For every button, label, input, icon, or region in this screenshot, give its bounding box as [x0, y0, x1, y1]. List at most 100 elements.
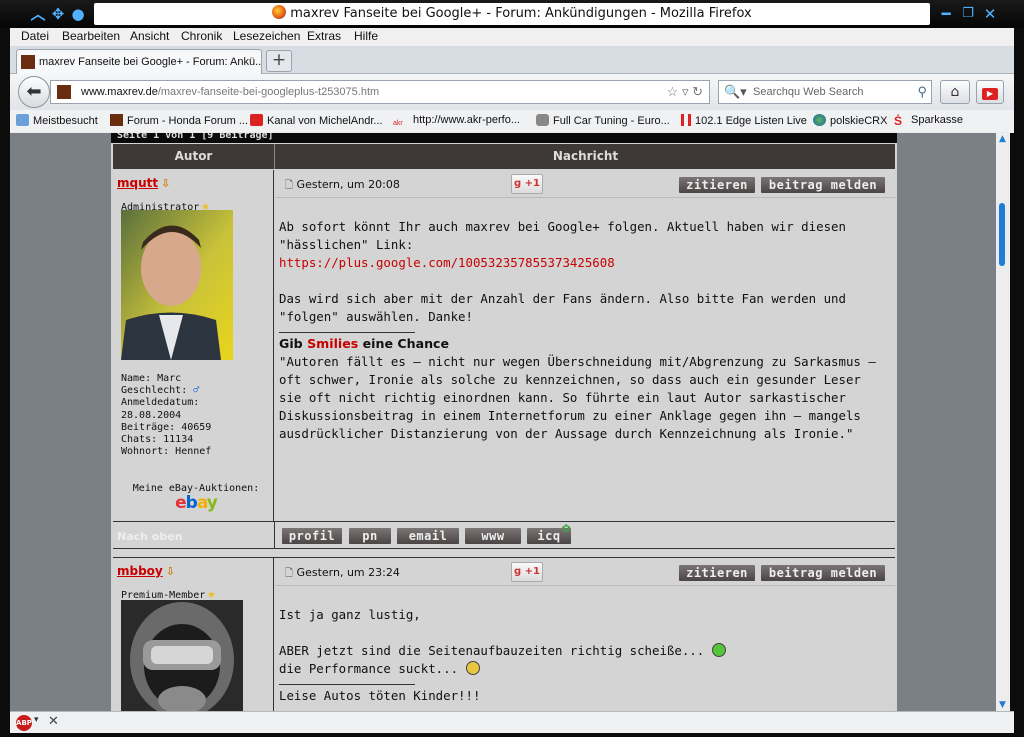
vertical-scrollbar[interactable]: ▲ ▼ [996, 133, 1010, 711]
search-bar[interactable]: 🔍▾ Searchqu Web Search ⚲ [718, 80, 932, 104]
sig-title-c: eine Chance [358, 336, 450, 351]
bookmark-star-icon[interactable]: ☆ [667, 84, 679, 99]
info-joined-label: Anmeldedatum: [121, 397, 200, 409]
honda-favicon [110, 114, 123, 126]
google-plus-link[interactable]: https://plus.google.com/1005323578553734… [279, 255, 615, 270]
home-button[interactable]: ⌂ [940, 80, 970, 104]
quote-button[interactable]: zitieren [679, 565, 755, 581]
bookmark-meistbesucht[interactable]: Meistbesucht [16, 114, 98, 127]
author-username[interactable]: mqutt ⇩ [117, 176, 170, 190]
gplus-button[interactable]: g +1 [511, 174, 543, 194]
window-pin-icon[interactable]: ● [68, 5, 88, 23]
scroll-down-icon[interactable]: ▼ [999, 700, 1006, 710]
report-button[interactable]: beitrag melden [761, 177, 885, 193]
smilies-link[interactable]: Smilies [307, 336, 358, 351]
page-info: Seite 1 von 1 [9 Beiträge] [111, 133, 897, 143]
url-icons: ☆ ▿ ↻ [667, 81, 703, 103]
site-identity-icon[interactable] [57, 85, 71, 99]
profile-button[interactable]: profil [282, 528, 342, 544]
bookmark-label: Full Car Tuning - Euro... [553, 115, 670, 127]
post-body: Ist ja ganz lustig, ABER jetzt sind die … [279, 606, 879, 705]
gplus-button[interactable]: g +1 [511, 562, 543, 582]
sparkasse-icon: Ṡ [894, 114, 903, 128]
menu-bearbeiten[interactable]: Bearbeiten [62, 29, 120, 43]
bookmark-sparkasse[interactable]: Ṡ Sparkasse [894, 114, 963, 128]
signature-text: "Autoren fällt es – nicht nur wegen Über… [279, 354, 876, 441]
new-tab-button[interactable]: + [266, 50, 292, 72]
username-link[interactable]: mbboy [117, 564, 163, 578]
bookmark-label: Meistbesucht [33, 115, 98, 127]
menu-chronik[interactable]: Chronik [181, 29, 222, 43]
col-message: Nachricht [552, 149, 619, 163]
menu-lesezeichen[interactable]: Lesezeichen [233, 29, 300, 43]
bookmark-label: Sparkasse [911, 114, 963, 126]
reload-icon[interactable]: ↻ [692, 84, 703, 99]
back-to-top-link[interactable]: Nach oben [117, 530, 183, 543]
bookmark-label: polskieCRX [830, 115, 888, 127]
url-path: /maxrev-fanseite-bei-googleplus-t253075.… [157, 86, 380, 98]
bookmark-label: 102.1 Edge Listen Live [695, 115, 807, 127]
minimize-button[interactable]: ━ [936, 5, 956, 23]
youtube-button[interactable]: ▶ [976, 80, 1004, 104]
youtube-play-icon: ▶ [982, 88, 998, 100]
back-button[interactable]: ⬅ [18, 76, 50, 108]
body-line-1: Ist ja ganz lustig, [279, 607, 421, 622]
post-doc-icon: 🗋 [285, 180, 294, 191]
tab-label: maxrev Fanseite bei Google+ - Forum: Ank… [39, 56, 262, 68]
username-link[interactable]: mqutt [117, 176, 158, 190]
window-up-icon[interactable]: ︿ [28, 5, 48, 23]
tab-maxrev[interactable]: maxrev Fanseite bei Google+ - Forum: Ank… [16, 49, 262, 74]
pm-button[interactable]: pn [349, 528, 391, 544]
body-paragraph-2: Das wird sich aber mit der Anzahl der Fa… [279, 291, 846, 324]
history-dropdown-icon[interactable]: ▿ [682, 84, 689, 99]
bookmark-edge-radio[interactable]: 102.1 Edge Listen Live [681, 114, 807, 127]
info-joined: 28.08.2004 [121, 409, 182, 421]
adblock-dropdown-icon[interactable]: ▾ [34, 715, 39, 725]
close-addon-bar-icon[interactable]: ✕ [48, 714, 59, 729]
scroll-up-icon[interactable]: ▲ [999, 134, 1006, 144]
bookmark-polskiecrx[interactable]: polskieCRX [813, 114, 887, 127]
menu-datei[interactable]: Datei [21, 29, 49, 43]
body-paragraph-1: Ab sofort könnt Ihr auch maxrev bei Goog… [279, 219, 846, 252]
scroll-thumb[interactable] [999, 203, 1005, 266]
browser-chrome: Datei Bearbeiten Ansicht Chronik Lesezei… [10, 28, 1014, 133]
bookmark-youtube-kanal[interactable]: Kanal von MichelAndr... [250, 114, 383, 127]
bookmark-akr[interactable]: akr http://www.akr-perfo... [393, 114, 520, 132]
title-bar: ︿ ✥ ● maxrev Fanseite bei Google+ - Foru… [0, 0, 1024, 28]
maximize-button[interactable]: ❐ [958, 5, 978, 23]
close-window-button[interactable]: ✕ [980, 5, 1000, 23]
search-go-icon[interactable]: ⚲ [917, 81, 927, 103]
firefox-icon [272, 5, 287, 19]
post-1: mqutt ⇩ Administrator ★ Name: Marc Gesch… [113, 170, 895, 521]
email-button[interactable]: email [397, 528, 459, 544]
most-visited-icon [16, 114, 29, 126]
window-title-text: maxrev Fanseite bei Google+ - Forum: Ank… [290, 6, 752, 21]
menu-hilfe[interactable]: Hilfe [354, 29, 378, 43]
quote-button[interactable]: zitieren [679, 177, 755, 193]
search-engine-icon[interactable]: 🔍▾ [724, 81, 747, 103]
url-bar[interactable]: www.maxrev.de/maxrev-fanseite-bei-google… [50, 80, 710, 104]
www-button[interactable]: www [465, 528, 521, 544]
window-move-icon[interactable]: ✥ [48, 5, 68, 23]
post-author: mbboy ⇩ Premium-Member ★ [113, 558, 274, 711]
globe-icon [813, 114, 826, 126]
bookmark-full-car-tuning[interactable]: Full Car Tuning - Euro... [536, 114, 670, 127]
menu-ansicht[interactable]: Ansicht [130, 29, 169, 43]
akr-icon: akr [393, 120, 403, 127]
body-line-2-text: ABER jetzt sind die Seitenaufbauzeiten r… [279, 643, 705, 658]
ebay-logo[interactable]: ebay [131, 494, 261, 512]
signature-title: Gib Smilies eine Chance [279, 335, 879, 353]
menu-extras[interactable]: Extras [307, 29, 341, 43]
info-posts: Beiträge: 40659 [121, 421, 212, 433]
info-location: Wohnort: Hennef [121, 446, 212, 458]
menu-bar: Datei Bearbeiten Ansicht Chronik Lesezei… [10, 28, 1014, 46]
author-username[interactable]: mbboy ⇩ [117, 564, 175, 578]
sig-title-a: Gib [279, 336, 308, 351]
report-button[interactable]: beitrag melden [761, 565, 885, 581]
male-icon: ♂ [193, 385, 200, 397]
tab-bar: maxrev Fanseite bei Google+ - Forum: Ank… [10, 46, 1014, 74]
adblock-plus-icon[interactable]: ABP [16, 715, 32, 731]
online-arrow-icon: ⇩ [165, 565, 175, 578]
bookmark-honda-forum[interactable]: Forum - Honda Forum ... [110, 114, 248, 127]
